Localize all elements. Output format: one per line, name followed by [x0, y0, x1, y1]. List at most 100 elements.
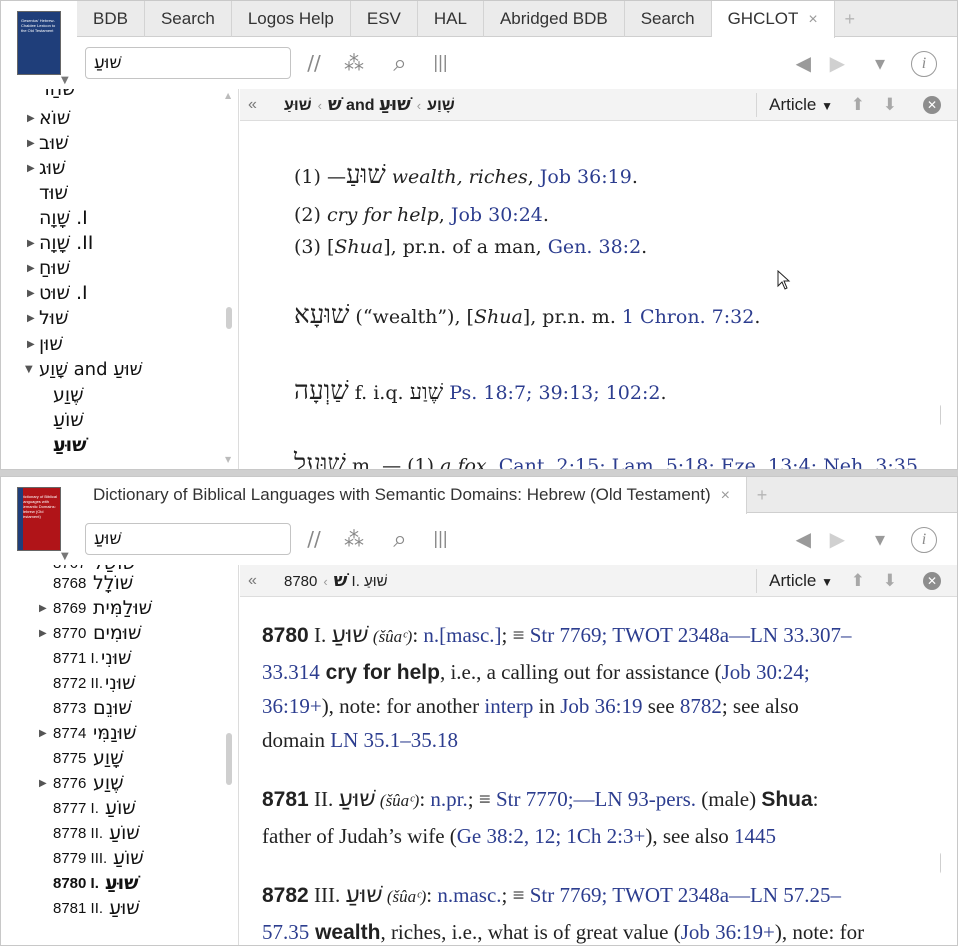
article-dropdown-button[interactable]: Article ▼: [769, 89, 833, 122]
toc-item[interactable]: ▶ I. שׁוּט: [1, 281, 231, 306]
collapse-toc-icon[interactable]: «: [248, 565, 257, 597]
toc-scroll-up-icon[interactable]: ▲: [225, 91, 231, 100]
toc-item[interactable]: שֹׁחַר: [1, 89, 231, 102]
tab-search[interactable]: Search: [145, 1, 232, 37]
toc-item[interactable]: ▶ 8774 שׁוּנַמִּי: [1, 721, 231, 746]
toc-expand-icon[interactable]: ▶: [27, 106, 35, 131]
next-article-icon[interactable]: ⬇: [883, 89, 897, 121]
toc-item-selected[interactable]: שׁוּעַ: [1, 433, 231, 458]
toc-item[interactable]: ▶ שׁוֹא: [1, 106, 231, 131]
new-tab-plus-icon[interactable]: +: [835, 1, 865, 36]
article-dropdown-button[interactable]: Article ▼: [769, 565, 833, 598]
toc-item[interactable]: שׁוֹעַ: [1, 408, 231, 433]
close-tab-icon[interactable]: ×: [808, 11, 817, 28]
history-dropdown-icon[interactable]: ▾: [875, 525, 885, 553]
tab-dbl-hebrew[interactable]: Dictionary of Biblical Languages with Se…: [77, 477, 747, 514]
reference-input[interactable]: [85, 523, 291, 555]
tab-search-2[interactable]: Search: [625, 1, 712, 37]
collapse-toc-icon[interactable]: «: [248, 89, 257, 121]
toc-item[interactable]: 8773 שׁוּנֵם: [1, 696, 231, 721]
cover-menu-caret-icon[interactable]: ▼: [61, 551, 69, 562]
bible-reference-link[interactable]: Ge 38:2, 12; 1Ch 2:3+: [457, 824, 646, 848]
toc-item[interactable]: 8779 III. שׁוֹעַ: [1, 846, 231, 871]
breadcrumb-item[interactable]: שׁוּעַ: [379, 94, 411, 115]
next-article-icon[interactable]: ⬇: [883, 565, 897, 597]
bible-reference-link[interactable]: 36:19+: [262, 694, 322, 718]
book-cover[interactable]: Gesenius' Hebrew-Chaldee Lexicon to the …: [17, 11, 61, 75]
bible-reference-link[interactable]: Job 36:19: [560, 694, 642, 718]
toc-item[interactable]: ▶ שׁוּן: [1, 332, 231, 357]
forward-arrow-icon[interactable]: ▶: [830, 49, 845, 77]
close-panel-icon[interactable]: ✕: [923, 572, 941, 590]
toc-item[interactable]: ▶ שׁוּב: [1, 131, 231, 156]
columns-icon[interactable]: |||: [427, 525, 453, 553]
visual-filters-icon[interactable]: ⁂: [341, 49, 367, 77]
reference-link[interactable]: n.[masc.]: [423, 623, 501, 647]
bible-reference-link[interactable]: Gen. 38:2: [548, 236, 641, 258]
toc-item[interactable]: 8768 שׁוֹלָל: [1, 571, 231, 596]
toc-scrollbar-thumb[interactable]: [226, 307, 232, 329]
reference-input[interactable]: [85, 47, 291, 79]
columns-icon[interactable]: |||: [427, 49, 453, 77]
reference-link[interactable]: 57.35: [262, 920, 309, 944]
toc-item[interactable]: 8775 שָׁוַע: [1, 746, 231, 771]
toc-item[interactable]: שֶׁוַע: [1, 383, 231, 408]
toc-expand-icon[interactable]: ▶: [27, 256, 35, 281]
new-tab-plus-icon[interactable]: +: [747, 477, 777, 512]
toc-scrollbar-thumb[interactable]: [226, 733, 232, 785]
reference-link[interactable]: LN 35.1–35.18: [330, 728, 458, 752]
toc-expand-icon[interactable]: ▶: [39, 621, 47, 646]
toc-expand-icon[interactable]: ▶: [39, 596, 47, 621]
previous-article-icon[interactable]: ⬆: [851, 89, 865, 121]
toc-item[interactable]: ▶ 8770 שׁוּמִים: [1, 621, 231, 646]
reference-link[interactable]: n.pr.: [430, 787, 467, 811]
back-arrow-icon[interactable]: ◀: [796, 49, 811, 77]
toc-expand-icon[interactable]: ▶: [27, 156, 35, 181]
toc-expand-icon[interactable]: ▶: [27, 332, 35, 357]
tab-logos-help[interactable]: Logos Help: [232, 1, 351, 37]
article-scrollbar-thumb[interactable]: [940, 404, 941, 426]
toc-expand-icon[interactable]: ▶: [39, 721, 47, 746]
visual-filters-icon[interactable]: ⁂: [341, 525, 367, 553]
tab-hal[interactable]: HAL: [418, 1, 484, 37]
reference-link[interactable]: Str 7769; TWOT 2348a—LN 33.307–: [530, 623, 852, 647]
parallel-resources-icon[interactable]: //: [301, 49, 327, 77]
info-icon[interactable]: i: [911, 527, 937, 553]
close-panel-icon[interactable]: ✕: [923, 96, 941, 114]
toc-item[interactable]: ▶ II. שָׁוָה: [1, 231, 231, 256]
reference-link[interactable]: 33.314: [262, 660, 320, 684]
close-tab-icon[interactable]: ×: [721, 487, 730, 504]
bible-reference-link[interactable]: 1 Chron. 7:32: [622, 306, 754, 328]
toc-scroll-down-icon[interactable]: ▼: [225, 455, 231, 464]
toc-item[interactable]: ▶ שׁוּג: [1, 156, 231, 181]
forward-arrow-icon[interactable]: ▶: [830, 525, 845, 553]
toc-item[interactable]: ▶ שׁוּחַ: [1, 256, 231, 281]
toc-item-selected[interactable]: 8780 I. שׁוּעַ: [1, 871, 231, 896]
toc-item[interactable]: 8772 II. שׁוּנִי: [1, 671, 231, 696]
bible-reference-link[interactable]: Cant. 2:15; Lam. 5:18; Eze. 13:4; Neh. 3…: [499, 455, 918, 469]
tab-ghclot[interactable]: GHCLOT ×: [711, 1, 835, 38]
tab-abridged-bdb[interactable]: Abridged BDB: [484, 1, 625, 37]
reference-link[interactable]: n.masc.: [437, 883, 501, 907]
book-cover[interactable]: Dictionary of Biblical Languages with Se…: [17, 487, 61, 551]
parallel-resources-icon[interactable]: //: [301, 525, 327, 553]
article-scrollbar-thumb[interactable]: [940, 852, 941, 874]
abbreviation-link[interactable]: interp: [484, 694, 533, 718]
toc-item[interactable]: ▶ 8769 שׁוּלַמִּית: [1, 596, 231, 621]
toc-expand-icon[interactable]: ▶: [27, 131, 35, 156]
toc-item[interactable]: I. שָׁוָה: [1, 206, 231, 231]
history-dropdown-icon[interactable]: ▾: [875, 49, 885, 77]
toc-collapse-icon[interactable]: ▼: [25, 357, 33, 382]
cover-menu-caret-icon[interactable]: ▼: [61, 75, 69, 86]
reference-link[interactable]: Str 7769; TWOT 2348a—LN 57.25–: [530, 883, 841, 907]
search-icon[interactable]: ⌕: [387, 525, 413, 553]
toc-expand-icon[interactable]: ▶: [27, 306, 35, 331]
previous-article-icon[interactable]: ⬆: [851, 565, 865, 597]
toc-item[interactable]: ▶ 8776 שֶׁוַע: [1, 771, 231, 796]
breadcrumb-item[interactable]: שׁוּעַ and שָׁוַע: [284, 97, 455, 114]
toc-item[interactable]: שׁוּד: [1, 181, 231, 206]
reference-link[interactable]: Str 7770;—LN 93-pers.: [496, 787, 696, 811]
entry-link[interactable]: 1445: [734, 824, 776, 848]
breadcrumb-item[interactable]: שׁ: [334, 570, 348, 591]
entry-link[interactable]: 8782: [680, 694, 722, 718]
